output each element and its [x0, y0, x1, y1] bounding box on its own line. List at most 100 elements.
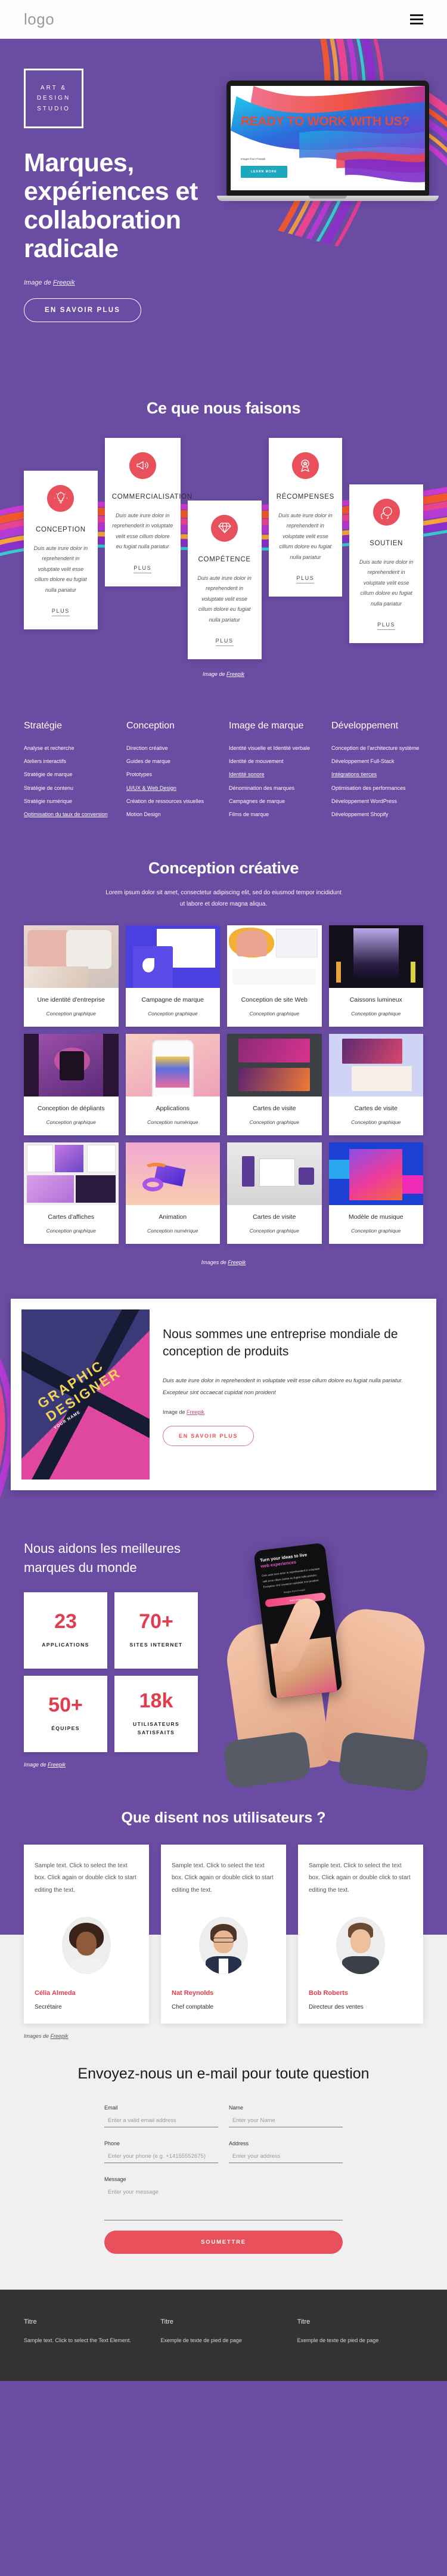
- service-more-link[interactable]: PLUS: [296, 575, 315, 584]
- portfolio-item[interactable]: Cartes de visite Conception graphique: [227, 1033, 322, 1136]
- credit-link[interactable]: Freepik: [226, 671, 244, 677]
- link-item[interactable]: Développement WordPress: [331, 795, 423, 808]
- hero-cta-button[interactable]: EN SAVOIR PLUS: [24, 298, 142, 322]
- portfolio-thumbnail-stationery-mockup: [227, 1142, 322, 1206]
- link-item[interactable]: Stratégie numérique: [24, 795, 116, 808]
- service-desc: Duis aute irure dolor in reprehenderit i…: [197, 574, 252, 623]
- portfolio-subtitle: Lorem ipsum dolor sit amet, consectetur …: [105, 889, 342, 907]
- avatar: [336, 1917, 385, 1975]
- link-item[interactable]: Dénomination des marques: [229, 782, 321, 795]
- site-logo[interactable]: logo: [24, 10, 54, 29]
- portfolio-item[interactable]: Animation Conception numérique: [125, 1142, 220, 1244]
- laptop-credit: Images from Freepik: [241, 157, 266, 160]
- phone-input[interactable]: [104, 2150, 218, 2164]
- link-item[interactable]: Conception de l'architecture système: [331, 742, 423, 755]
- hands-holding-phone-image: Turn your ideas to live web experiences …: [222, 1539, 430, 1793]
- service-name: RÉCOMPENSES: [276, 493, 334, 501]
- portfolio-item-category: Conception graphique: [148, 1010, 198, 1017]
- address-input[interactable]: [229, 2150, 343, 2164]
- footer-heading: Titre: [24, 2318, 37, 2326]
- portfolio-item[interactable]: Cartes d'affiches Conception graphique: [24, 1142, 119, 1244]
- portfolio-item[interactable]: Caissons lumineux Conception graphique: [328, 925, 423, 1027]
- link-item[interactable]: Identité visuelle et Identité verbale: [229, 742, 321, 755]
- link-item[interactable]: Films de marque: [229, 808, 321, 821]
- email-input[interactable]: [104, 2114, 218, 2128]
- name-input[interactable]: [229, 2114, 343, 2128]
- link-item[interactable]: Développement Full-Stack: [331, 755, 423, 768]
- navbar: logo: [0, 0, 447, 39]
- field-message: Message: [104, 2176, 343, 2223]
- portfolio-item-title: Une identité d'entreprise: [37, 996, 105, 1003]
- link-item[interactable]: Ateliers interactifs: [24, 755, 116, 768]
- portfolio-item[interactable]: Modèle de musique Conception graphique: [328, 1142, 423, 1244]
- credit-link[interactable]: Freepik: [53, 279, 75, 286]
- credit-link[interactable]: Freepik: [51, 2033, 69, 2039]
- laptop-learn-more-button[interactable]: LEARN MORE: [241, 166, 287, 178]
- portfolio-item[interactable]: Cartes de visite Conception graphique: [328, 1033, 423, 1136]
- phone-label: Phone: [104, 2141, 120, 2147]
- service-card-soutien[interactable]: SOUTIEN Duis aute irure dolor in reprehe…: [349, 484, 423, 644]
- link-item[interactable]: Intégrations tierces: [331, 768, 423, 781]
- lightbulb-icon: [47, 484, 74, 512]
- credit-prefix: Image de: [24, 279, 53, 286]
- link-item[interactable]: Direction créative: [126, 742, 218, 755]
- portfolio-item[interactable]: Campagne de marque Conception graphique: [125, 925, 220, 1027]
- testimonial-role: Secrétaire: [35, 2004, 62, 2011]
- portfolio-item[interactable]: Conception de site Web Conception graphi…: [227, 925, 322, 1027]
- link-item[interactable]: Stratégie de marque: [24, 768, 116, 781]
- portfolio-section: Conception créative Lorem ipsum dolor si…: [0, 841, 447, 1281]
- service-more-link[interactable]: PLUS: [134, 565, 152, 573]
- link-item[interactable]: Prototypes: [126, 768, 218, 781]
- link-item[interactable]: Développement Shopify: [331, 808, 423, 821]
- portfolio-thumbnail-concert-poster-pink: [125, 1142, 220, 1206]
- link-item[interactable]: Campagnes de marque: [229, 795, 321, 808]
- service-more-link[interactable]: PLUS: [51, 608, 70, 617]
- credit-link[interactable]: Freepik: [48, 1762, 66, 1768]
- message-input[interactable]: [104, 2186, 343, 2221]
- service-card-recompenses[interactable]: RÉCOMPENSES Duis aute irure dolor in rep…: [268, 437, 343, 597]
- portfolio-thumbnail-magazine-spread: [24, 1142, 119, 1206]
- portfolio-item-category: Conception graphique: [351, 1010, 401, 1017]
- service-card-commercialisation[interactable]: COMMERCIALISATION Duis aute irure dolor …: [104, 437, 192, 586]
- portfolio-item[interactable]: Cartes de visite Conception graphique: [227, 1142, 322, 1244]
- credit-link[interactable]: Freepik: [228, 1259, 246, 1265]
- link-item[interactable]: UI/UX & Web Design: [126, 782, 218, 795]
- stat-card-utilisateurs-satisfaits: 18k UTILISATEURS SATISFAITS: [114, 1675, 198, 1752]
- field-phone: Phone: [104, 2141, 218, 2164]
- stat-card-applications: 23 APPLICATIONS: [24, 1592, 107, 1669]
- link-item[interactable]: Création de ressources visuelles: [126, 795, 218, 808]
- link-item[interactable]: Motion Design: [126, 808, 218, 821]
- submit-button[interactable]: SOUMETTRE: [104, 2231, 343, 2254]
- testimonial-card: Sample text. Click to select the text bo…: [161, 1844, 286, 2024]
- hamburger-icon[interactable]: [410, 14, 423, 24]
- service-card-conception[interactable]: CONCEPTION Duis aute irure dolor in repr…: [24, 470, 98, 630]
- link-item[interactable]: Identité de mouvement: [229, 755, 321, 768]
- portfolio-item-title: Applications: [156, 1104, 190, 1112]
- credit-link[interactable]: Freepik: [187, 1409, 204, 1415]
- testimonial-role: Directeur des ventes: [309, 2004, 364, 2011]
- service-name: CONCEPTION: [36, 526, 86, 533]
- link-item[interactable]: Optimisation des performances: [331, 782, 423, 795]
- portfolio-item[interactable]: Conception de dépliants Conception graph…: [24, 1033, 119, 1136]
- service-more-link[interactable]: PLUS: [215, 638, 234, 647]
- link-column-image-de-marque: Image de marque Identité visuelle et Ide…: [229, 720, 321, 820]
- link-item[interactable]: Guides de marque: [126, 755, 218, 768]
- field-email: Email: [104, 2105, 218, 2128]
- stats-image-credit: Image de Freepik: [24, 1762, 221, 1768]
- about-cta-button[interactable]: EN SAVOIR PLUS: [163, 1426, 254, 1447]
- portfolio-thumbnail-business-cards-magenta: [227, 1033, 322, 1097]
- portfolio-item[interactable]: Applications Conception numérique: [125, 1033, 220, 1136]
- service-more-link[interactable]: PLUS: [377, 622, 396, 631]
- service-card-competence[interactable]: COMPÉTENCE Duis aute irure dolor in repr…: [187, 500, 262, 660]
- portfolio-item[interactable]: Une identité d'entreprise Conception gra…: [24, 925, 119, 1027]
- link-item[interactable]: Stratégie de contenu: [24, 782, 116, 795]
- link-item[interactable]: Identité sonore: [229, 768, 321, 781]
- message-label: Message: [104, 2176, 126, 2183]
- megaphone-icon: [129, 452, 156, 479]
- portfolio-item-title: Cartes de visite: [253, 1213, 296, 1221]
- testimonial-card: Sample text. Click to select the text bo…: [24, 1844, 149, 2024]
- link-item[interactable]: Analyse et recherche: [24, 742, 116, 755]
- contact-form: Email Name Phone Address Me: [104, 2105, 343, 2254]
- link-item[interactable]: Optimisation du taux de conversion: [24, 808, 116, 821]
- column-heading: Image de marque: [229, 721, 304, 731]
